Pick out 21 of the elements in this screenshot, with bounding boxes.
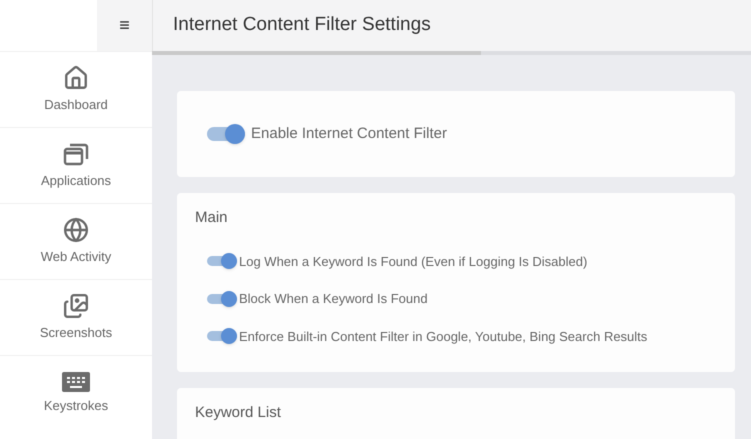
toggle-switch[interactable] <box>207 328 237 344</box>
toggle-label: Enable Internet Content Filter <box>251 124 447 144</box>
keyboard-icon <box>62 372 90 392</box>
globe-icon <box>63 216 89 243</box>
toggle-switch[interactable] <box>207 253 237 270</box>
sidebar-item[interactable]: Screenshots <box>0 279 152 355</box>
images-icon <box>63 292 89 319</box>
sidebar-item[interactable]: Keystrokes <box>0 355 152 431</box>
sidebar-item[interactable]: Applications <box>0 127 152 203</box>
toggle-label: Block When a Keyword Is Found <box>239 290 428 308</box>
section-title: Keyword List <box>195 403 282 423</box>
page-title: Internet Content Filter Settings <box>173 13 431 38</box>
section-title: Main <box>195 208 229 228</box>
menu-button[interactable]: ≡ <box>97 0 152 51</box>
toggle-switch[interactable] <box>207 290 237 307</box>
sidebar-item[interactable]: Web Activity <box>0 203 152 279</box>
toggle-label: Log When a Keyword Is Found (Even if Logging Is Disabled) <box>239 252 588 271</box>
sidebar-item[interactable]: Dashboard <box>0 51 152 127</box>
toggle-label: Enforce Built-in Content Filter in Google, Youtube, Bing Search Results <box>239 328 648 346</box>
toggle-switch[interactable] <box>207 124 245 144</box>
house-icon <box>63 64 89 91</box>
